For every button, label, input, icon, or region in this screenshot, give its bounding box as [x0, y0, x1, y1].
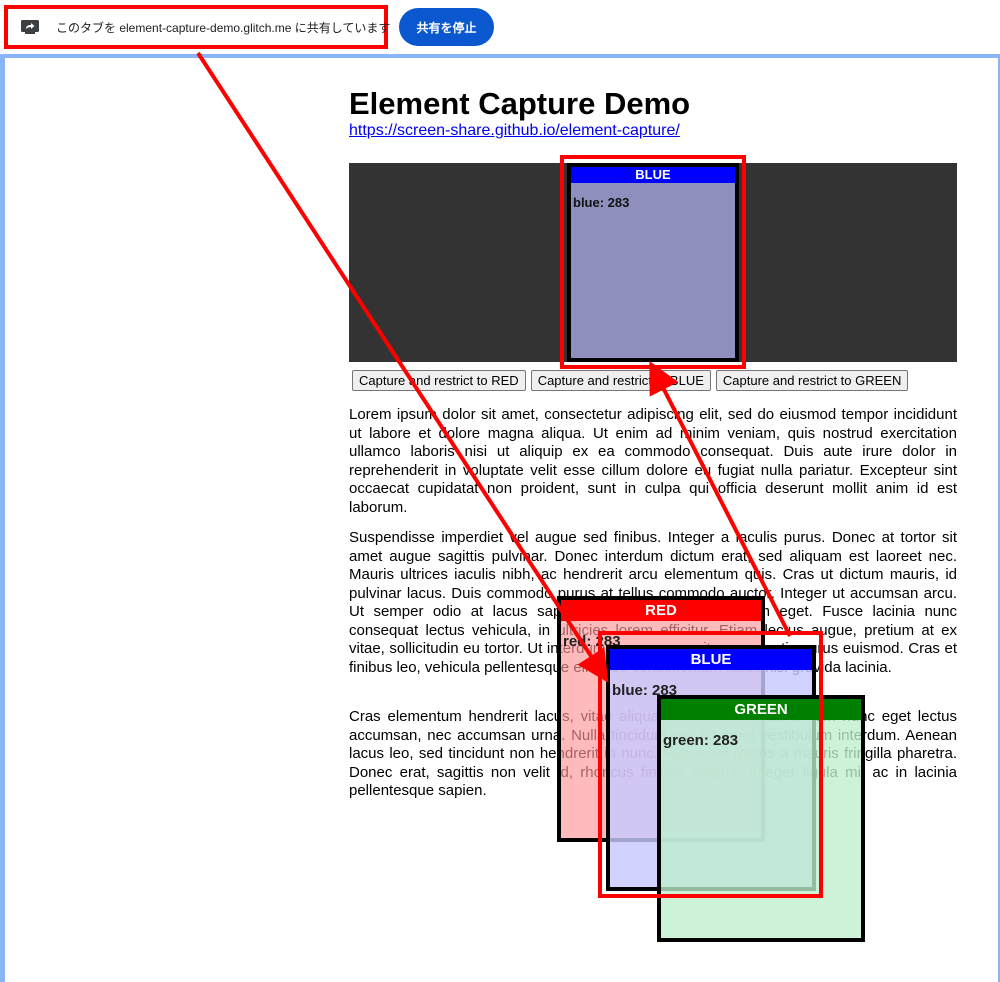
highlight-capture-blue: [560, 155, 746, 369]
page-title: Element Capture Demo: [349, 86, 691, 121]
share-status-text: このタブを element-capture-demo.glitch.me に共有…: [56, 20, 391, 35]
page-link[interactable]: https://screen-share.github.io/element-c…: [349, 122, 680, 140]
paragraph-1: Lorem ipsum dolor sit amet, consectetur …: [349, 406, 957, 516]
share-infobar: このタブを element-capture-demo.glitch.me に共有…: [0, 0, 1000, 54]
red-panel-header: RED: [561, 600, 761, 621]
share-indicator: このタブを element-capture-demo.glitch.me に共有…: [4, 5, 391, 49]
highlight-floating-blue: [598, 631, 823, 898]
capture-green-button[interactable]: Capture and restrict to GREEN: [715, 370, 909, 391]
screen-share-icon: [20, 17, 40, 37]
capture-red-button[interactable]: Capture and restrict to RED: [352, 370, 526, 391]
capture-buttons: Capture and restrict to RED Capture and …: [352, 370, 909, 391]
stop-sharing-button[interactable]: 共有を停止: [399, 8, 494, 46]
capture-blue-button[interactable]: Capture and restrict to BLUE: [530, 370, 711, 391]
